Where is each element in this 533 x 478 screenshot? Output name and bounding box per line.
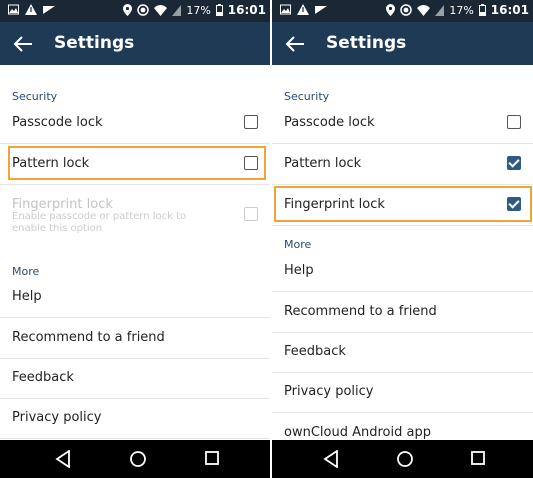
fingerprint-lock-checkbox <box>244 207 258 221</box>
settings-row-fingerprint-lock: Fingerprint lock Enable passcode or patt… <box>0 185 270 251</box>
settings-row-recommend[interactable]: Recommend to a friend <box>0 318 270 359</box>
row-label: Privacy policy <box>12 410 102 425</box>
app-bar: Settings <box>272 22 533 65</box>
highlight-pattern-lock <box>8 146 266 180</box>
pattern-lock-checkbox[interactable] <box>507 156 521 170</box>
settings-row-help[interactable]: Help <box>0 277 270 318</box>
left-phone-screen: 17% 16:01 Settings Security Passcode loc… <box>0 0 270 478</box>
recents-square-icon[interactable] <box>470 450 486 466</box>
row-label: Feedback <box>12 370 74 385</box>
target-icon <box>137 4 150 16</box>
back-arrow-icon[interactable] <box>284 33 306 55</box>
battery-percent: 17% <box>186 3 211 17</box>
status-bar-right-icons: 17% 16:01 <box>386 3 529 17</box>
comparison-wrapper: 17% 16:01 Settings Security Passcode loc… <box>0 0 533 478</box>
status-bar: 17% 16:01 <box>272 0 533 22</box>
location-icon <box>386 4 396 16</box>
settings-row-passcode-lock[interactable]: Passcode lock <box>0 103 270 144</box>
page-title: Settings <box>54 33 135 53</box>
cast-icon <box>315 6 327 14</box>
status-time: 16:01 <box>490 3 529 17</box>
page-title: Settings <box>326 33 407 53</box>
status-bar: 17% 16:01 <box>0 0 270 22</box>
image-icon <box>280 4 291 15</box>
home-circle-icon[interactable] <box>129 450 147 468</box>
settings-row-feedback[interactable]: Feedback <box>272 332 533 373</box>
row-label: Privacy policy <box>284 384 374 399</box>
highlight-fingerprint-lock <box>274 186 532 222</box>
status-bar-left-icons <box>280 4 327 15</box>
settings-row-passcode-lock[interactable]: Passcode lock <box>272 103 533 144</box>
row-label: Help <box>284 263 314 278</box>
row-label: Help <box>12 289 42 304</box>
navigation-bar <box>272 440 533 478</box>
section-more-label: More <box>284 238 312 251</box>
settings-row-pattern-lock[interactable]: Pattern lock <box>272 144 533 185</box>
back-triangle-icon[interactable] <box>323 450 339 468</box>
section-security-label: Security <box>12 90 58 103</box>
battery-icon <box>478 4 486 16</box>
status-time: 16:01 <box>227 3 266 17</box>
row-label: Passcode lock <box>12 115 103 130</box>
back-arrow-icon[interactable] <box>12 33 34 55</box>
battery-percent: 17% <box>449 3 474 17</box>
settings-row-feedback[interactable]: Feedback <box>0 358 270 399</box>
target-icon <box>400 4 413 16</box>
section-security-label: Security <box>284 90 330 103</box>
signal-icon <box>172 4 182 16</box>
back-triangle-icon[interactable] <box>55 450 71 468</box>
row-label: Recommend to a friend <box>12 330 165 345</box>
home-circle-icon[interactable] <box>396 450 414 468</box>
passcode-lock-checkbox[interactable] <box>244 115 258 129</box>
row-label: Pattern lock <box>284 156 362 171</box>
status-bar-left-icons <box>8 4 55 15</box>
wifi-icon <box>417 4 431 16</box>
settings-row-privacy-policy[interactable]: Privacy policy <box>272 372 533 413</box>
row-label: Recommend to a friend <box>284 304 437 319</box>
battery-icon <box>215 4 223 16</box>
recents-square-icon[interactable] <box>204 450 220 466</box>
row-label: Passcode lock <box>284 115 375 130</box>
signal-icon <box>435 4 445 16</box>
row-subtitle: Enable passcode or pattern lock to enabl… <box>12 211 187 234</box>
settings-row-recommend[interactable]: Recommend to a friend <box>272 292 533 333</box>
passcode-lock-checkbox[interactable] <box>507 115 521 129</box>
app-bar: Settings <box>0 22 270 65</box>
status-bar-right-icons: 17% 16:01 <box>123 3 266 17</box>
settings-row-privacy-policy[interactable]: Privacy policy <box>0 398 270 439</box>
image-icon <box>8 4 19 15</box>
row-label: ownCloud Android app <box>284 425 431 440</box>
alert-icon <box>297 4 309 15</box>
settings-row-help[interactable]: Help <box>272 251 533 292</box>
alert-icon <box>25 4 37 15</box>
row-label: Feedback <box>284 344 346 359</box>
navigation-bar <box>0 440 270 478</box>
location-icon <box>123 4 133 16</box>
cast-icon <box>43 6 55 14</box>
wifi-icon <box>154 4 168 16</box>
row-label: Fingerprint lock <box>12 197 113 212</box>
right-phone-screen: 17% 16:01 Settings Security Passcode loc… <box>272 0 533 478</box>
